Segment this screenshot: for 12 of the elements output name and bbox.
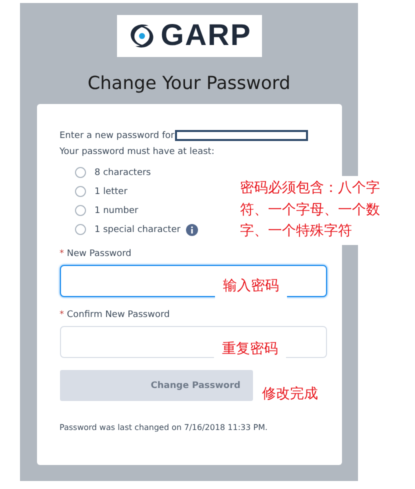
intro-text: Enter a new password for xyxy=(60,130,174,140)
requirement-label: 8 characters xyxy=(94,168,151,178)
info-icon[interactable] xyxy=(186,224,198,236)
requirement-label: 1 number xyxy=(94,206,138,216)
requirement-label: 1 special character xyxy=(94,224,180,234)
page-title: Change Your Password xyxy=(88,73,290,94)
requirements-heading: Your password must have at least: xyxy=(60,147,216,157)
logo-text: GARP xyxy=(160,19,252,53)
last-changed-text: Password was last changed on 7/16/2018 11:33 PM. xyxy=(60,423,269,432)
requirement-label: 1 letter xyxy=(94,186,128,196)
field-label: * New Password xyxy=(60,249,132,259)
field-label: * Confirm New Password xyxy=(60,310,171,320)
